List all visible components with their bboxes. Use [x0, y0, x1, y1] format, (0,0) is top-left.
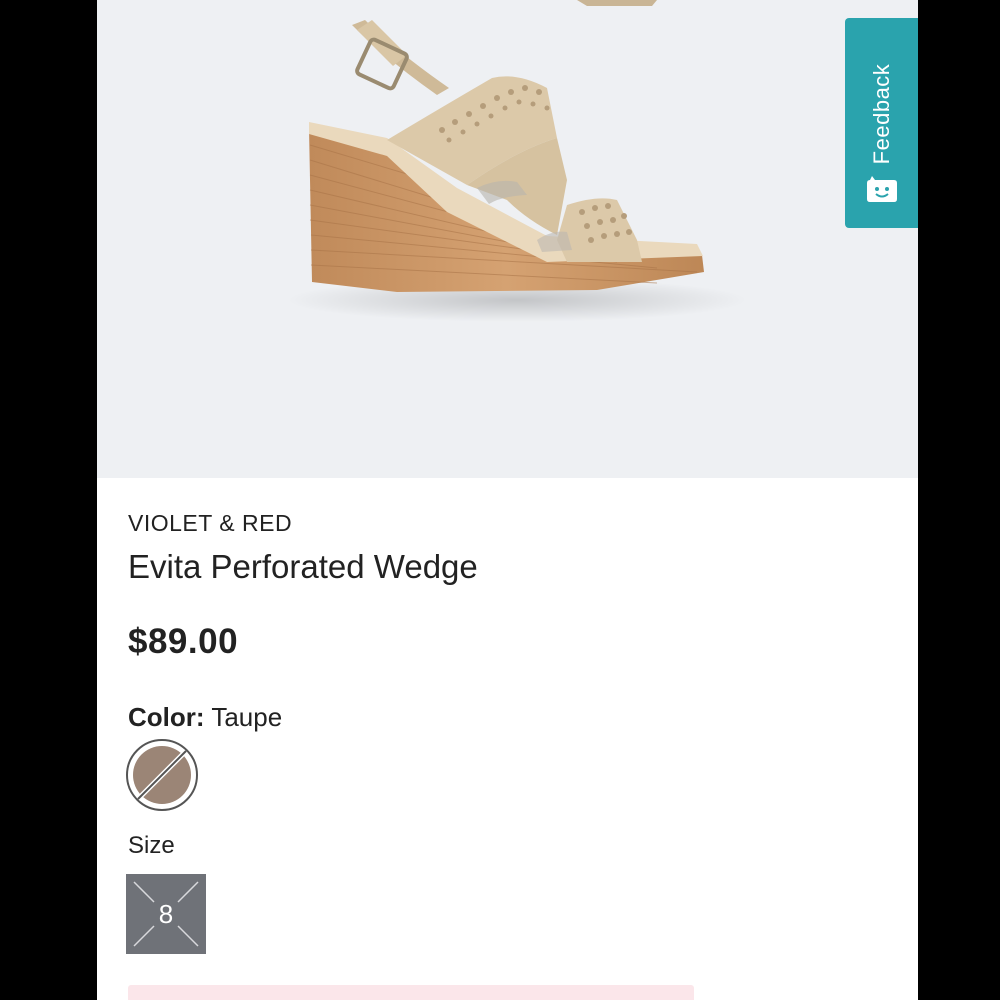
color-selection-label: Color: Taupe	[128, 702, 282, 733]
color-value: Taupe	[211, 702, 283, 732]
feedback-tab[interactable]: Feedback	[845, 18, 918, 228]
size-option-label: 8	[158, 899, 174, 929]
size-option-8[interactable]: 8	[126, 874, 206, 954]
product-screen: Feedback VIOLET & RED Evita Perforated W…	[97, 0, 918, 1000]
product-image: Feedback	[97, 0, 918, 478]
product-price: $89.00	[128, 622, 239, 661]
availability-alert	[128, 985, 694, 1000]
size-label: Size	[128, 832, 175, 859]
unavailable-swatch-icon	[126, 739, 198, 811]
brand-name: VIOLET & RED	[128, 510, 293, 536]
feedback-label: Feedback	[868, 63, 894, 165]
product-title: Evita Perforated Wedge	[128, 548, 478, 585]
smiley-chat-icon	[867, 176, 897, 202]
color-key: Color:	[128, 702, 205, 732]
color-swatch-taupe[interactable]	[125, 738, 199, 812]
wedge-sandal-illustration	[287, 0, 747, 322]
